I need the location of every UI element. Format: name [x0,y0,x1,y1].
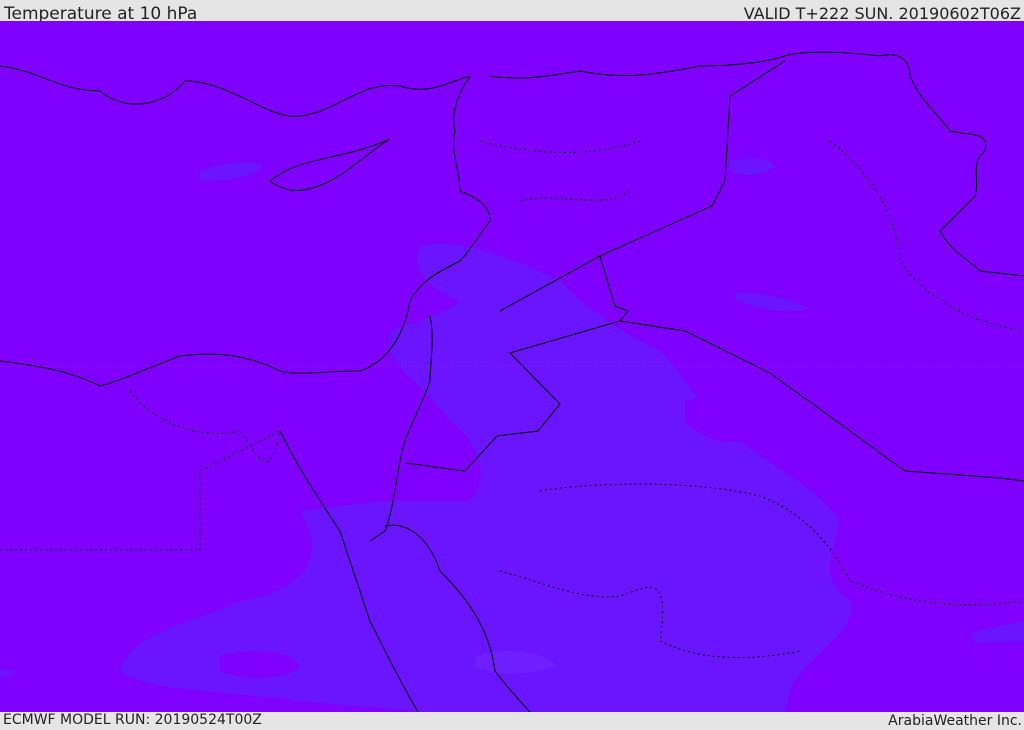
credit-label: ArabiaWeather Inc. [888,713,1022,729]
temperature-map [0,21,1024,713]
header-bar: Temperature at 10 hPa VALID T+222 SUN. 2… [0,0,1024,24]
model-run-label: ECMWF MODEL RUN: 20190524T00Z [3,712,262,728]
footer-bar: ECMWF MODEL RUN: 20190524T00Z ArabiaWeat… [0,712,1024,729]
